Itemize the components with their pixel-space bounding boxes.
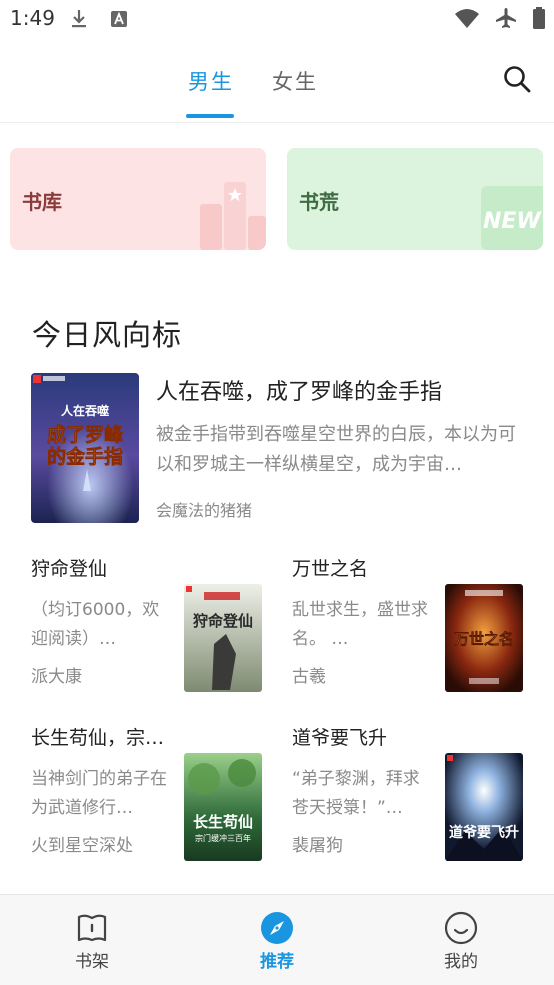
book-cover-title: 长生苟仙 [193, 813, 253, 831]
book-shortage-card-label: 书荒 [299, 190, 339, 214]
featured-book-description: 被金手指带到吞噬星空世界的白辰，本以为可以和罗城主一样纵横星空，成为宇宙… [156, 424, 516, 475]
bookshelf-icon [77, 914, 107, 942]
book-item[interactable]: 长生苟仙，宗… 当神剑门的弟子在为武道修行… 火到星空深处 长生苟仙 宗门缓冲三… [31, 723, 271, 873]
featured-cover-art: 人在吞噬 成了罗峰 的金手指 [31, 373, 139, 523]
book-author: 古羲 [292, 667, 326, 687]
book-title[interactable]: 道爷要飞升 [292, 723, 432, 750]
airplane-icon [496, 8, 516, 28]
book-description: （均订6000，欢迎阅读）… [31, 600, 160, 649]
wifi-icon [455, 9, 479, 28]
nav-bookshelf[interactable]: 书架 [52, 903, 132, 972]
book-cover-art: 万世之名 [445, 584, 523, 692]
book-cover[interactable]: 长生苟仙 宗门缓冲三百年 [184, 753, 262, 861]
top-tab-bar: 男生 女生 [0, 38, 554, 123]
book-cover-art: 狩命登仙 [184, 584, 262, 692]
book-cover-title: 道爷要飞升 [449, 824, 519, 841]
book-cover[interactable]: 万世之名 [445, 584, 523, 692]
nav-mine-label: 我的 [444, 952, 478, 972]
status-time: 1:49 [10, 6, 55, 30]
book-description: 当神剑门的弟子在为武道修行… [31, 769, 167, 818]
featured-book-cover[interactable]: 人在吞噬 成了罗峰 的金手指 [31, 373, 139, 523]
book-description: 乱世求生，盛世求名。 … [292, 600, 428, 649]
book-cover-art: 长生苟仙 宗门缓冲三百年 [184, 753, 262, 861]
library-card-label: 书库 [22, 190, 62, 214]
status-bar: 1:49 [0, 0, 554, 38]
featured-cover-line-3: 的金手指 [47, 445, 123, 468]
active-tab-indicator [186, 114, 234, 118]
book-item[interactable]: 狩命登仙 （均订6000，欢迎阅读）… 派大康 狩命登仙 [31, 554, 271, 704]
book-item[interactable]: 道爷要飞升 “弟子黎渊，拜求苍天授箓！”… 裴屠狗 道爷要飞升 [292, 723, 532, 873]
new-badge-icon: NEW [481, 186, 543, 250]
book-description: “弟子黎渊，拜求苍天授箓！”… [292, 769, 420, 818]
book-shortage-card[interactable]: 书荒 NEW [287, 148, 543, 250]
a-icon [111, 11, 127, 27]
book-cover-title: 狩命登仙 [193, 612, 253, 630]
featured-cover-line-1: 人在吞噬 [61, 403, 109, 418]
book-author: 派大康 [31, 667, 82, 687]
book-cover[interactable]: 道爷要飞升 [445, 753, 523, 861]
book-title[interactable]: 狩命登仙 [31, 554, 171, 581]
tab-female[interactable]: 女生 [272, 66, 318, 96]
smiley-icon [444, 911, 478, 945]
book-cover-art: 道爷要飞升 [445, 753, 523, 861]
book-title[interactable]: 万世之名 [292, 554, 432, 581]
search-icon[interactable] [502, 64, 532, 94]
book-author: 火到星空深处 [31, 836, 133, 856]
battery-icon [533, 7, 545, 29]
status-right-icons [454, 6, 546, 30]
nav-recommend-label: 推荐 [260, 952, 294, 972]
nav-recommend[interactable]: 推荐 [237, 903, 317, 972]
book-cover-subtitle: 宗门缓冲三百年 [195, 833, 251, 843]
download-icon [72, 10, 86, 28]
bottom-nav: 书架 推荐 我的 [0, 894, 554, 985]
featured-cover-line-2: 成了罗峰 [47, 423, 124, 446]
book-item[interactable]: 万世之名 乱世求生，盛世求名。 … 古羲 万世之名 [292, 554, 532, 704]
featured-book-title[interactable]: 人在吞噬，成了罗峰的金手指 [156, 374, 442, 406]
book-cover-title: 万世之名 [453, 630, 514, 648]
library-card[interactable]: 书库 [10, 148, 266, 250]
new-badge-text: NEW [483, 209, 542, 234]
book-author: 裴屠狗 [292, 836, 343, 856]
tab-male[interactable]: 男生 [188, 66, 234, 96]
nav-mine[interactable]: 我的 [421, 903, 501, 972]
book-title[interactable]: 长生苟仙，宗… [31, 723, 171, 750]
book-cover[interactable]: 狩命登仙 [184, 584, 262, 692]
section-title: 今日风向标 [32, 318, 183, 352]
bar-chart-star-icon [200, 182, 266, 250]
compass-icon [261, 912, 293, 944]
status-left-icons [68, 8, 130, 30]
featured-book-author: 会魔法的猪猪 [156, 501, 253, 520]
nav-bookshelf-label: 书架 [75, 952, 109, 972]
